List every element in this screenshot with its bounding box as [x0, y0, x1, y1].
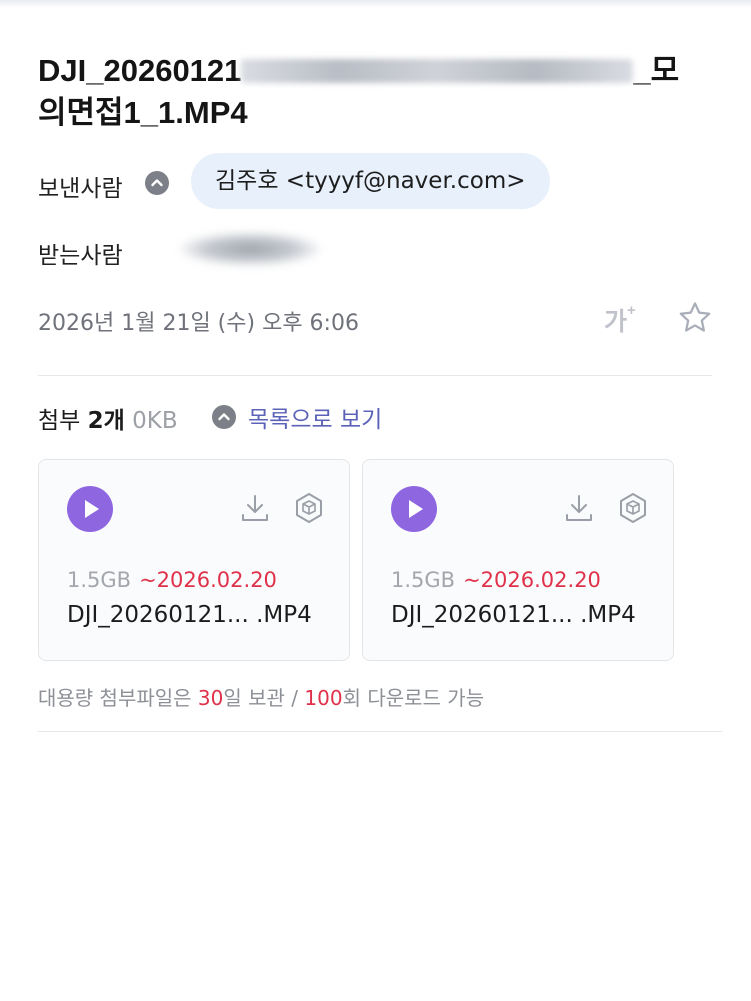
recipient-label: 받는사람	[38, 243, 123, 269]
subject-start: DJI_20260121	[38, 53, 242, 88]
file-size: 1.5GB ~2026.02.20	[67, 568, 277, 592]
attachment-total-size: 0KB	[132, 408, 178, 434]
play-icon[interactable]	[67, 486, 113, 532]
attachments-header: 첨부 2개 0KB	[38, 408, 178, 434]
file-expiry: ~2026.02.20	[463, 568, 601, 592]
attachment-count: 2개	[87, 408, 125, 434]
download-limit: 100	[304, 686, 343, 710]
sender-label: 보낸사람	[38, 176, 123, 202]
sender-chip[interactable]: 김주호 <tyyyf@naver.com>	[191, 153, 550, 209]
redacted-subject-part	[241, 59, 634, 83]
box-icon[interactable]	[291, 490, 327, 526]
top-bar-shadow	[0, 0, 751, 8]
box-icon[interactable]	[615, 490, 651, 526]
download-icon[interactable]	[561, 490, 597, 526]
sent-date: 2026년 1월 21일 (수) 오후 6:06	[38, 311, 359, 336]
file-size: 1.5GB ~2026.02.20	[391, 568, 601, 592]
attachment-card[interactable]: 1.5GB ~2026.02.20 DJI_20260121... .MP4	[38, 459, 350, 661]
file-name: DJI_20260121... .MP4	[391, 602, 636, 628]
divider	[38, 731, 722, 732]
play-icon[interactable]	[391, 486, 437, 532]
email-subject: DJI_20260121 _모 의면접1_1.MP4	[38, 50, 718, 134]
redacted-recipient[interactable]	[180, 232, 320, 266]
chevron-up-icon[interactable]	[145, 171, 169, 195]
retention-days: 30	[197, 686, 224, 710]
file-expiry: ~2026.02.20	[139, 568, 277, 592]
star-icon[interactable]	[676, 299, 714, 337]
view-as-list-link[interactable]: 목록으로 보기	[248, 400, 382, 434]
chevron-up-icon[interactable]	[212, 405, 236, 429]
subject-end: _모	[633, 53, 680, 88]
large-attachment-notice: 대용량 첨부파일은 30일 보관 / 100회 다운로드 가능	[38, 686, 485, 710]
download-icon[interactable]	[237, 490, 273, 526]
divider	[38, 375, 712, 376]
attachment-card[interactable]: 1.5GB ~2026.02.20 DJI_20260121... .MP4	[362, 459, 674, 661]
font-size-icon[interactable]: 가+	[604, 302, 648, 336]
file-name: DJI_20260121... .MP4	[67, 602, 312, 628]
subject-line-2: 의면접1_1.MP4	[38, 95, 248, 130]
